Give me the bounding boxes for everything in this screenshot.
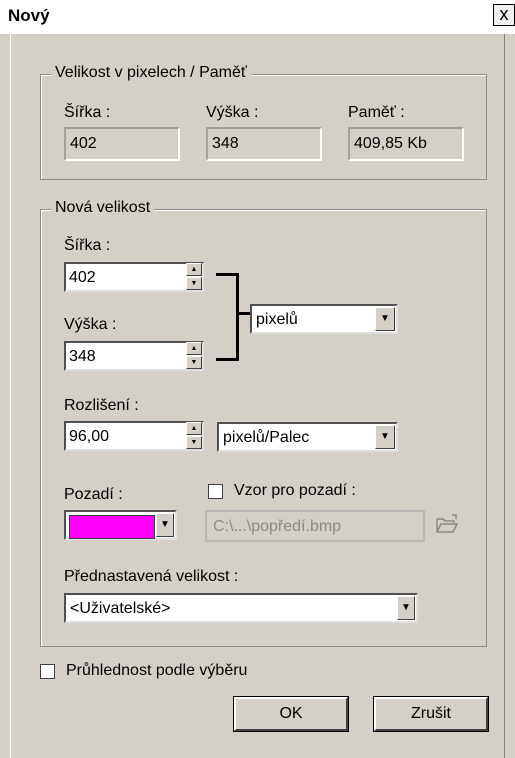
- spin-up-icon[interactable]: ▲: [186, 342, 202, 355]
- title-bar: Nový x: [0, 0, 515, 34]
- new-image-dialog: Nový x Velikost v pixelech / Paměť Šířka…: [0, 0, 515, 758]
- memory-label: Paměť :: [348, 104, 405, 121]
- new-height-label: Výška :: [64, 316, 117, 333]
- close-button[interactable]: x: [493, 4, 515, 26]
- spin-down-icon[interactable]: ▼: [186, 356, 202, 369]
- resolution-unit-value: pixelů/Palec: [223, 429, 310, 446]
- close-icon: x: [499, 4, 509, 24]
- unit-select[interactable]: pixelů ▼: [250, 304, 398, 334]
- preset-select-value: <Uživatelské>: [70, 600, 171, 617]
- spin-up-icon[interactable]: ▲: [186, 263, 202, 276]
- transparency-checkbox[interactable]: [40, 664, 55, 679]
- current-height-label: Výška :: [206, 104, 259, 121]
- background-color-select[interactable]: ▼: [64, 510, 177, 540]
- spin-down-icon[interactable]: ▼: [186, 436, 202, 449]
- pixel-size-legend: Velikost v pixelech / Paměť: [51, 64, 251, 82]
- folder-open-icon[interactable]: [434, 512, 460, 538]
- current-width-label: Šířka :: [64, 104, 111, 121]
- new-width-input[interactable]: 402: [64, 262, 204, 292]
- new-size-legend: Nová velikost: [51, 199, 155, 217]
- aspect-link-bracket: [216, 273, 239, 361]
- resolution-unit-select[interactable]: pixelů/Palec ▼: [217, 422, 398, 452]
- ok-button[interactable]: OK: [233, 696, 349, 732]
- spin-down-icon[interactable]: ▼: [186, 277, 202, 290]
- preset-select[interactable]: <Uživatelské> ▼: [64, 593, 418, 623]
- current-width-field: 402: [64, 127, 180, 161]
- pattern-checkbox[interactable]: [208, 484, 223, 499]
- resolution-input[interactable]: 96,00: [64, 421, 204, 451]
- resolution-label: Rozlišení :: [64, 397, 139, 414]
- new-width-label: Šířka :: [64, 237, 111, 254]
- background-label: Pozadí :: [64, 486, 123, 503]
- dialog-title: Nový: [8, 6, 50, 25]
- cancel-button[interactable]: Zrušit: [373, 696, 489, 732]
- chevron-down-icon[interactable]: ▼: [375, 307, 395, 331]
- pattern-label: Vzor pro pozadí :: [234, 482, 356, 499]
- resolution-spinner: ▲ ▼: [186, 422, 202, 450]
- current-height-field: 348: [206, 127, 322, 161]
- new-height-spinner: ▲ ▼: [186, 342, 202, 370]
- preset-label: Přednastavená velikost :: [64, 568, 239, 585]
- chevron-down-icon[interactable]: ▼: [156, 513, 174, 537]
- transparency-label: Průhlednost podle výběru: [66, 662, 248, 679]
- unit-select-value: pixelů: [256, 311, 298, 328]
- background-color-swatch: [69, 515, 155, 539]
- spin-up-icon[interactable]: ▲: [186, 422, 202, 435]
- new-height-input[interactable]: 348: [64, 341, 204, 371]
- new-width-spinner: ▲ ▼: [186, 263, 202, 291]
- chevron-down-icon[interactable]: ▼: [397, 596, 415, 620]
- chevron-down-icon[interactable]: ▼: [375, 425, 395, 449]
- memory-field: 409,85 Kb: [348, 127, 464, 161]
- pattern-path-field: C:\...\popředí.bmp: [205, 510, 425, 542]
